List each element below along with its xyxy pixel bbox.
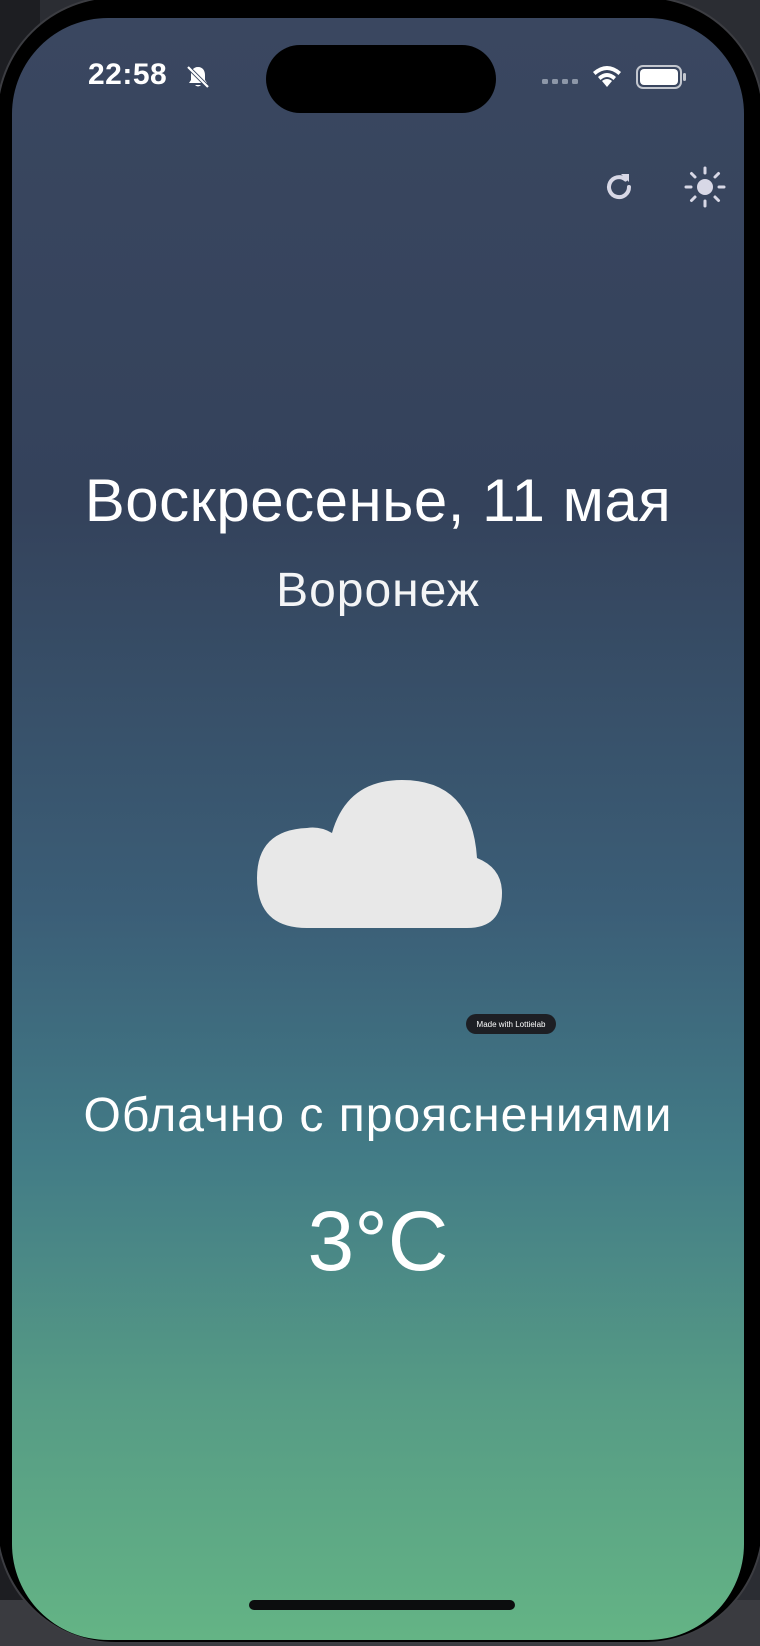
battery-icon — [636, 65, 686, 89]
dynamic-island — [266, 45, 496, 113]
lottie-badge[interactable]: Made with Lottielab — [466, 1014, 556, 1034]
bell-slash-icon — [186, 65, 210, 89]
sun-icon — [684, 166, 726, 208]
city-label: Воронеж — [276, 564, 480, 617]
theme-toggle-button[interactable] — [682, 164, 728, 210]
app-screen: 22:58 Воскресенье, 11 мая Воронеж Made w… — [12, 18, 744, 1640]
date-label: Воскресенье, 11 мая — [84, 467, 672, 534]
condition-label: Облачно с прояснениями — [83, 1089, 673, 1142]
home-indicator[interactable] — [249, 1600, 515, 1610]
signal-icon — [542, 79, 578, 84]
status-time: 22:58 — [88, 58, 168, 91]
phone-frame: 22:58 Воскресенье, 11 мая Воронеж Made w… — [0, 0, 760, 1644]
cloud-icon — [257, 780, 502, 928]
temperature-label: 3°C — [307, 1194, 449, 1288]
wifi-icon — [593, 66, 621, 87]
refresh-icon — [607, 174, 632, 200]
refresh-button[interactable] — [596, 164, 642, 210]
